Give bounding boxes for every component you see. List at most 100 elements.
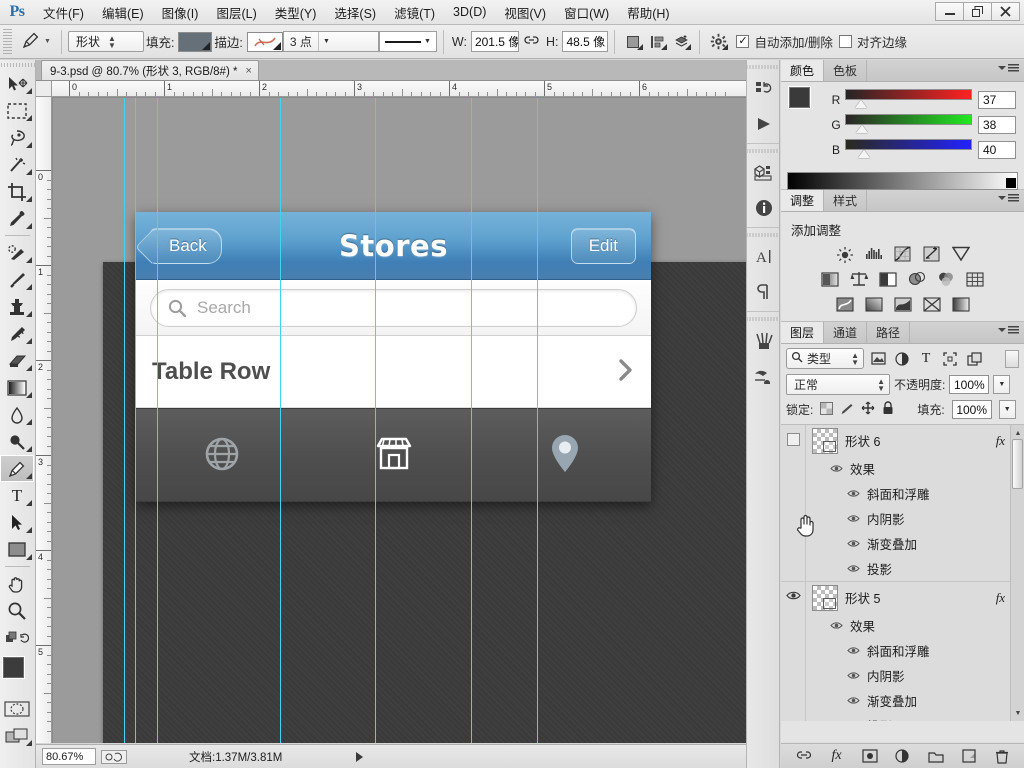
mockup-back-button[interactable]: Back (150, 228, 222, 264)
eye-icon[interactable] (846, 513, 860, 525)
healing-brush-tool[interactable] (0, 239, 34, 266)
layer-filter-toggle-switch[interactable] (1005, 349, 1019, 368)
eye-icon[interactable] (846, 670, 860, 682)
move-tool[interactable] (0, 70, 34, 97)
fill-swatch-button[interactable] (178, 31, 213, 52)
tab-layers[interactable]: 图层 (781, 322, 825, 343)
pixel-filter-icon[interactable] (868, 349, 888, 369)
type-filter-icon[interactable]: T (916, 349, 936, 369)
3d-panel-icon[interactable] (747, 155, 781, 190)
tab-color[interactable]: 颜色 (781, 60, 825, 81)
tools-panel-grip[interactable] (0, 60, 35, 70)
layers-scroll-thumb[interactable] (1012, 439, 1023, 489)
link-layers-icon[interactable] (795, 747, 813, 765)
menu-edit[interactable]: 编辑(E) (93, 0, 153, 25)
close-icon[interactable] (991, 2, 1020, 21)
delete-layer-icon[interactable] (993, 747, 1011, 765)
history-panel-icon[interactable] (747, 71, 781, 106)
lock-position-icon[interactable] (861, 401, 875, 418)
clone-stamp-tool[interactable] (0, 293, 34, 320)
restore-icon[interactable] (963, 2, 992, 21)
dodge-tool[interactable] (0, 428, 34, 455)
layer-visibility-cell[interactable] (781, 582, 806, 721)
g-value-input[interactable]: 38 (978, 115, 1016, 134)
layer-filter-select[interactable]: 类型 ▲ ▼ (786, 348, 864, 369)
align-edges-checkbox[interactable]: 对齐边缘 (838, 32, 907, 51)
r-slider[interactable] (845, 87, 972, 112)
photo-filter-icon[interactable] (907, 270, 927, 288)
zoom-tool[interactable] (0, 597, 34, 624)
hand-tool[interactable] (0, 570, 34, 597)
eye-icon[interactable] (829, 620, 843, 632)
add-mask-icon[interactable] (861, 747, 879, 765)
color-panel-foreground-swatch[interactable] (789, 87, 810, 108)
layer-style-fx-icon[interactable]: fx (996, 433, 1005, 449)
menu-image[interactable]: 图像(I) (153, 0, 208, 25)
path-selection-tool[interactable] (0, 509, 34, 536)
screen-mode-icon[interactable] (0, 722, 34, 749)
brush-tool[interactable] (0, 266, 34, 293)
scroll-up-icon[interactable]: ▲ (1013, 427, 1023, 439)
blend-mode-stepper-icon[interactable]: ▲ ▼ (877, 377, 885, 392)
menu-help[interactable]: 帮助(H) (618, 0, 678, 25)
color-lookup-icon[interactable] (965, 270, 985, 288)
mockup-table-row[interactable]: Table Row (136, 336, 651, 408)
tab-store[interactable] (308, 433, 480, 478)
b-slider-thumb[interactable] (857, 150, 870, 158)
fill-input[interactable]: 100% (951, 400, 992, 419)
layer-filter-stepper-icon[interactable]: ▲ ▼ (851, 351, 859, 366)
layers-scrollbar[interactable]: ▲ ▼ (1010, 425, 1024, 721)
new-layer-icon[interactable] (960, 747, 978, 765)
r-slider-thumb[interactable] (855, 100, 868, 108)
layer-style-fx-icon[interactable]: fx (996, 590, 1005, 606)
current-tool-preset[interactable]: ▼ (17, 30, 55, 53)
menu-filter[interactable]: 滤镜(T) (385, 0, 444, 25)
g-slider-thumb[interactable] (856, 125, 869, 133)
layers-panel-menu-icon[interactable] (998, 326, 1019, 334)
eye-icon[interactable] (846, 538, 860, 550)
gradient-map-icon[interactable] (951, 295, 971, 313)
black-white-icon[interactable] (878, 270, 898, 288)
b-value-input[interactable]: 40 (978, 140, 1016, 159)
color-spectrum-bar[interactable] (787, 172, 1018, 190)
color-panel-menu-icon[interactable] (998, 64, 1019, 72)
stroke-style-chevron-down-icon[interactable]: ▼ (424, 38, 431, 45)
shape-filter-icon[interactable] (940, 349, 960, 369)
eraser-tool[interactable] (0, 347, 34, 374)
options-bar-grip[interactable] (3, 28, 12, 55)
layer-effect-item[interactable]: 斜面和浮雕 (829, 638, 1024, 663)
info-panel-icon[interactable] (747, 190, 781, 225)
shape-mode-select[interactable]: 形状 ▲ ▼ (67, 31, 144, 52)
guide-vertical[interactable] (280, 98, 281, 743)
threshold-icon[interactable] (893, 295, 913, 313)
layer-header[interactable]: 形状 5 fx ▲ (806, 582, 1024, 613)
status-preview-icon[interactable] (101, 749, 127, 764)
menu-layer[interactable]: 图层(L) (207, 0, 265, 25)
tab-swatches[interactable]: 色板 (824, 60, 868, 81)
dock-grip[interactable] (747, 62, 779, 71)
new-group-icon[interactable] (927, 747, 945, 765)
tab-globe[interactable] (136, 433, 308, 478)
layer-style-fx-icon[interactable]: fx (828, 747, 846, 765)
quick-mask-icon[interactable] (0, 695, 34, 722)
auto-add-delete-checkbox[interactable]: ✓ 自动添加/删除 (736, 32, 833, 51)
layer-effect-item[interactable]: 内阴影 (829, 506, 1024, 531)
menu-window[interactable]: 窗口(W) (555, 0, 618, 25)
eye-icon[interactable] (846, 563, 860, 575)
curves-icon[interactable] (893, 245, 913, 263)
width-input[interactable]: 201.5 像 (470, 31, 519, 52)
opacity-chevron-down-icon[interactable]: ▼ (993, 375, 1011, 394)
status-expand-icon[interactable] (356, 751, 364, 762)
brush-panel-icon[interactable] (747, 323, 781, 358)
shape-mode-stepper-icon[interactable]: ▲ ▼ (108, 34, 116, 49)
eye-icon[interactable] (846, 695, 860, 707)
eyedropper-tool[interactable] (0, 205, 34, 232)
guide-vertical[interactable] (124, 98, 125, 743)
posterize-icon[interactable] (864, 295, 884, 313)
paragraph-panel-icon[interactable] (747, 274, 781, 309)
scroll-down-icon[interactable]: ▼ (1013, 707, 1023, 719)
minimize-icon[interactable] (935, 2, 964, 21)
rectangle-tool[interactable] (0, 536, 34, 563)
eye-icon[interactable] (846, 488, 860, 500)
eye-icon-off[interactable] (786, 433, 800, 446)
